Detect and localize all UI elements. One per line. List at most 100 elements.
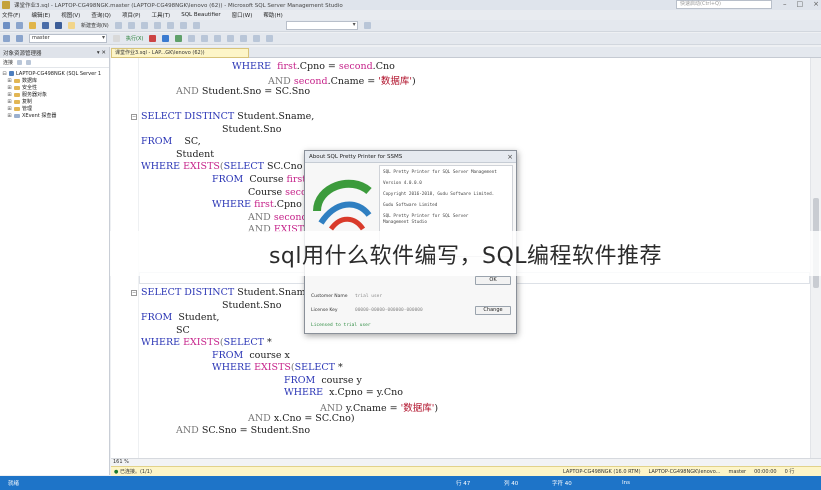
code-line: Course seco [248,187,307,198]
code-line: FROM Course first [212,174,307,185]
new-query-icon[interactable] [68,22,75,29]
save-all-icon[interactable] [55,22,62,29]
tree-node-xevent-profiler[interactable]: ⊞ XEvent 探查器 [2,112,107,120]
tree-node-label: XEvent 探查器 [22,113,57,119]
tree-node-management[interactable]: ⊞ 管理 [2,105,107,113]
code-line: AND second. [248,212,311,223]
intellisense-icon[interactable] [188,35,196,42]
tab-query-file[interactable]: 课堂作业3.sql - LAP...GK\lenovo (62)) [111,48,249,58]
article-title: sql用什么软件编写，SQL编程软件推荐 [268,243,663,269]
tree-node-label: 管理 [22,106,33,112]
copy-icon[interactable] [153,22,161,29]
code-line: AND x.Cno = SC.Cno) [248,413,355,424]
zoom-dropdown[interactable]: 161 % [113,459,129,465]
execute-button[interactable]: 执行(X) [126,35,143,42]
filter-icon[interactable] [17,60,23,65]
tree-node-databases[interactable]: ⊞ 数据库 [2,77,107,85]
code-line: AND second.Cname = '数据库') [268,76,416,87]
tree-node-server-objects[interactable]: ⊞ 服务器对象 [2,91,107,99]
server-version: LAPTOP-CG498NGK (16.0 RTM) [563,468,641,475]
outdent-icon[interactable] [266,35,274,42]
window-title: 课堂作业3.sql - LAPTOP-CG498NGK.master (LAPT… [14,3,343,9]
menu-help[interactable]: 帮助(H) [263,11,282,19]
parse-icon[interactable] [162,35,170,42]
menu-project[interactable]: 项目(P) [122,11,141,19]
collapse-icon[interactable]: ⊟ [2,71,7,77]
profiler-icon [14,113,20,118]
document-tab-bar: 课堂作业3.sql - LAP...GK\lenovo (62)) [111,47,821,58]
line-number: 行 47 [456,481,471,487]
code-line: WHERE x.Cpno = y.Cno [284,387,403,398]
close-icon[interactable]: × [813,0,819,8]
change-connection-icon[interactable] [16,35,23,42]
expand-icon[interactable]: ⊞ [7,78,12,84]
menu-tools[interactable]: 工具(T) [152,11,171,19]
tree-server-node[interactable]: ⊟ LAPTOP-CG498NGK (SQL Server 1 [2,70,107,77]
back-icon[interactable] [3,22,10,29]
collapse-region-icon[interactable]: − [131,290,137,296]
code-line: AND y.Cname = '数据库') [320,403,439,414]
tree-node-label: 复制 [22,99,33,105]
row-count: 0 行 [784,469,795,475]
close-icon[interactable]: × [507,151,513,163]
customer-name-value: trial user [355,294,383,299]
indent-icon[interactable] [253,35,261,42]
expand-icon[interactable]: ⊞ [7,99,12,105]
menu-query[interactable]: 查询(Q) [91,11,111,19]
menu-view[interactable]: 视图(V) [61,11,80,19]
code-line: FROM course y [284,375,362,386]
database-dropdown[interactable]: master [29,34,107,43]
connect-icon[interactable] [3,35,10,42]
comment-icon[interactable] [227,35,235,42]
connection-status-text: 已连接。(1/1) [119,469,152,475]
minimize-icon[interactable]: – [783,0,787,8]
find-icon[interactable] [363,22,371,29]
forward-icon[interactable] [16,22,23,29]
save-icon[interactable] [42,22,49,29]
cut-icon[interactable] [140,22,148,29]
analysis-query-icon[interactable] [127,22,135,29]
menu-window[interactable]: 窗口(W) [232,11,253,19]
results-to-grid-icon[interactable] [214,35,222,42]
pin-icon[interactable]: ▾ ✕ [97,50,106,56]
new-query-button[interactable]: 新建查询(N) [81,22,109,29]
cancel-query-icon[interactable] [149,35,157,42]
db-engine-query-icon[interactable] [114,22,122,29]
change-button[interactable]: Change [475,306,511,315]
refresh-icon[interactable] [26,60,32,65]
separator-icon [113,35,120,42]
redo-icon[interactable] [192,22,200,29]
code-line: FROM course x [212,350,290,361]
folder-icon [14,78,20,83]
expand-icon[interactable]: ⊞ [7,106,12,112]
menu-edit[interactable]: 编辑(E) [31,11,50,19]
tree-server-label: LAPTOP-CG498NGK (SQL Server 1 [16,70,102,77]
estimated-plan-icon[interactable] [175,35,183,42]
include-plan-icon[interactable] [201,35,209,42]
solution-config-dropdown[interactable] [285,21,358,30]
quick-launch-input[interactable]: 快速启动(Ctrl+Q) [676,0,772,9]
char-number: 字符 40 [552,481,572,487]
expand-icon[interactable]: ⊞ [7,113,12,119]
code-line: WHERE EXISTS(SELECT SC.Cno [141,161,303,172]
menu-file[interactable]: 文件(F) [2,11,20,19]
collapse-region-icon[interactable]: − [131,114,137,120]
maximize-icon[interactable]: □ [797,0,804,8]
connect-button[interactable]: 连接 [3,59,13,66]
folder-icon [14,92,20,97]
sql-pretty-printer-logo-icon [313,179,372,231]
tree-node-security[interactable]: ⊞ 安全性 [2,84,107,92]
undo-icon[interactable] [179,22,187,29]
column-number: 列 40 [504,481,519,487]
ok-button[interactable]: OK [475,276,511,285]
expand-icon[interactable]: ⊞ [7,85,12,91]
code-line: WHERE EXISTS(SELECT * [141,337,272,348]
menu-sql-beautifier[interactable]: SQL Beautifier [181,12,220,18]
folder-icon [14,99,20,104]
uncomment-icon[interactable] [240,35,248,42]
menu-bar: 文件(F) 编辑(E) 视图(V) 查询(Q) 项目(P) 工具(T) SQL … [0,10,821,20]
paste-icon[interactable] [166,22,174,29]
open-file-icon[interactable] [29,22,36,29]
tree-node-replication[interactable]: ⊞ 复制 [2,98,107,106]
expand-icon[interactable]: ⊞ [7,92,12,98]
